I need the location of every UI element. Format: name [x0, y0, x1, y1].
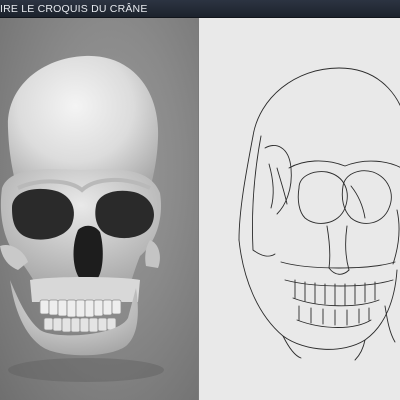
title-bar: IRE LE CROQUIS DU CRÂNE: [0, 0, 400, 18]
skull-sketch-icon: [238, 67, 400, 361]
app-window: IRE LE CROQUIS DU CRÂNE: [0, 0, 400, 400]
reference-image-panel: [0, 18, 199, 400]
window-title: IRE LE CROQUIS DU CRÂNE: [0, 3, 148, 15]
skull-render-icon: [0, 55, 164, 382]
sketch-canvas-panel: [199, 18, 400, 400]
